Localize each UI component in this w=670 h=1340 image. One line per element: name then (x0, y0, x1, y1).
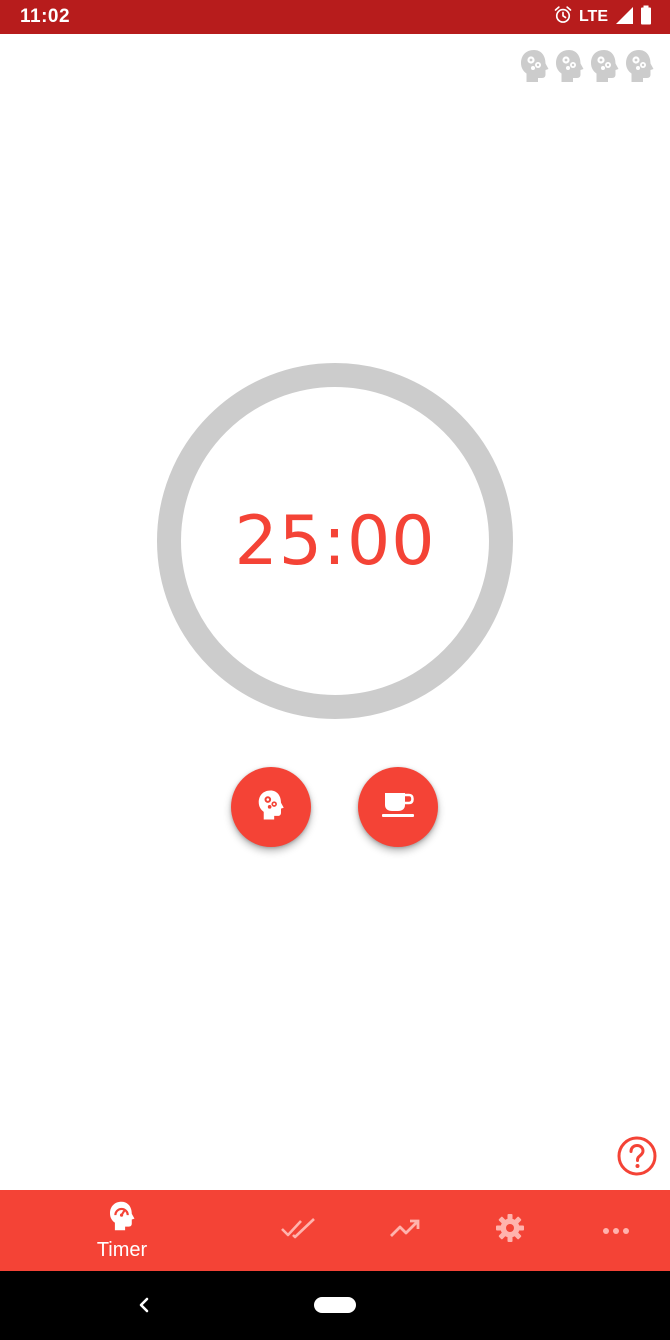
nav-item-tasks[interactable] (268, 1190, 328, 1271)
nav-item-settings[interactable] (480, 1190, 540, 1271)
help-circle-icon (616, 1136, 658, 1181)
start-work-button[interactable] (231, 767, 311, 847)
status-time: 11:02 (20, 6, 71, 27)
signal-icon (614, 5, 634, 30)
head-gears-icon (588, 48, 621, 84)
battery-icon (640, 5, 652, 30)
more-horizontal-icon (602, 1222, 630, 1240)
status-bar: 11:02 LTE (0, 0, 670, 34)
head-gears-icon (553, 48, 586, 84)
coffee-cup-icon (380, 790, 416, 825)
head-gears-icon (623, 48, 656, 84)
status-icons: LTE (553, 5, 652, 30)
timer-display: 25:00 (234, 501, 436, 581)
nav-item-timer[interactable]: Timer (72, 1190, 172, 1271)
session-streak (518, 48, 656, 84)
nav-label-timer: Timer (96, 1238, 148, 1261)
head-gears-icon (256, 788, 286, 827)
app-screen: 11:02 LTE 25:00 Timer (0, 0, 670, 1340)
head-gauge-icon (107, 1200, 137, 1237)
home-pill-icon[interactable] (314, 1297, 356, 1313)
bottom-navigation: Timer (0, 1190, 670, 1271)
help-button[interactable] (616, 1135, 658, 1177)
nav-item-more[interactable] (586, 1190, 646, 1271)
alarm-icon (553, 5, 573, 30)
back-icon[interactable] (132, 1293, 156, 1317)
network-type: LTE (578, 8, 608, 25)
head-gears-icon (518, 48, 551, 84)
nav-item-statistics[interactable] (375, 1190, 435, 1271)
start-break-button[interactable] (358, 767, 438, 847)
trending-up-icon (389, 1216, 421, 1245)
double-check-icon (280, 1216, 316, 1245)
gear-icon (495, 1213, 525, 1248)
